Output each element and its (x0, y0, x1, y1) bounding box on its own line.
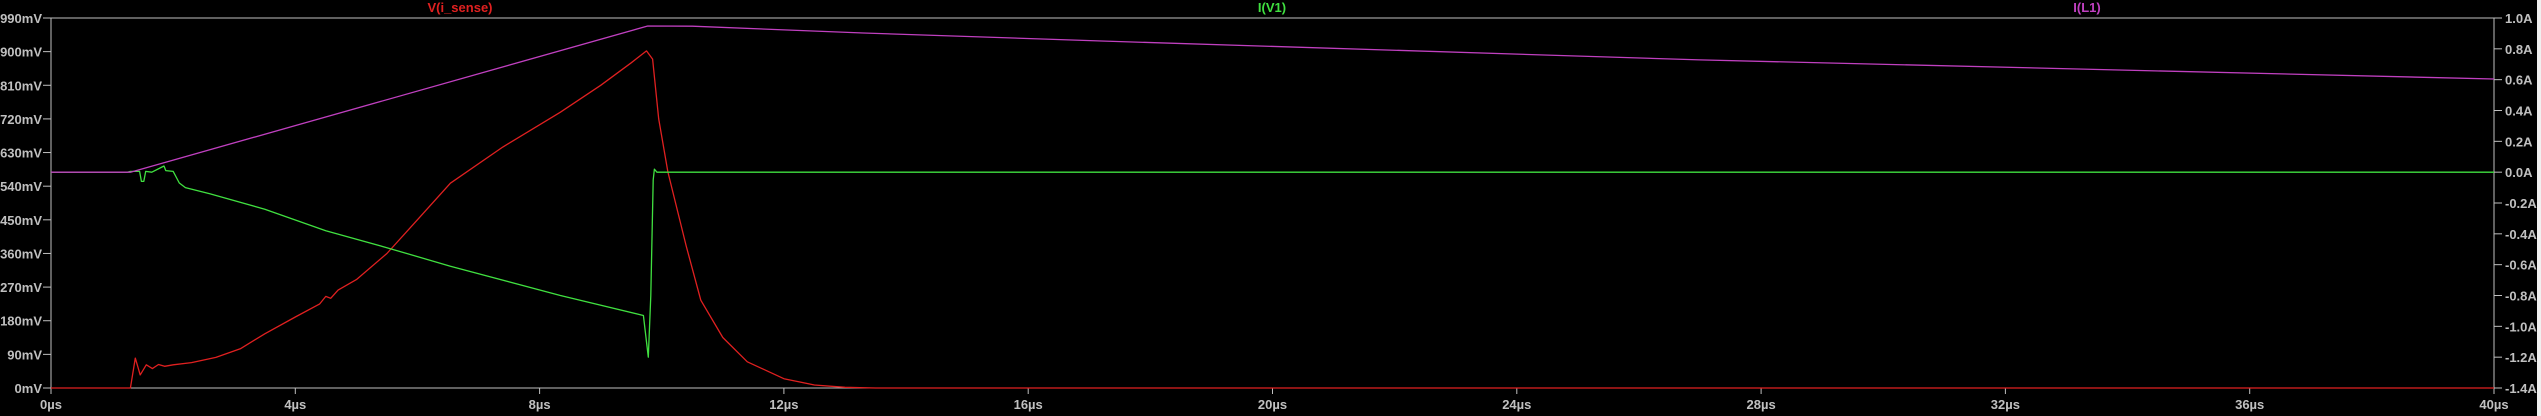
legend-i-v1[interactable]: I(V1) (1258, 0, 1286, 15)
window-edge (2537, 0, 2541, 416)
right-tick-label: -0.2A (2505, 196, 2537, 211)
waveform-viewer[interactable]: V(i_sense) I(V1) I(L1) 0µs 4µs 8µs 12µs 16µs… (0, 0, 2541, 416)
x-tick-label: 8µs (529, 397, 551, 412)
x-tick-label: 16µs (1014, 397, 1043, 412)
right-tick-label: -1.2A (2505, 350, 2537, 365)
left-tick-label: 540mV (0, 179, 42, 194)
x-tick-label: 40µs (2479, 397, 2508, 412)
x-tick-label: 4µs (284, 397, 306, 412)
right-tick-label: 0.0A (2505, 165, 2533, 180)
trace-v-i-sense[interactable] (51, 50, 2494, 389)
right-tick-label: -0.6A (2505, 258, 2537, 273)
left-tick-label: 810mV (0, 78, 42, 93)
plot-frame (50, 17, 2495, 389)
left-tick-label: 270mV (0, 280, 42, 295)
x-tick-label: 24µs (1502, 397, 1531, 412)
left-tick-label: 90mV (7, 347, 42, 362)
x-tick-label: 28µs (1747, 397, 1776, 412)
x-tick-label: 36µs (2235, 397, 2264, 412)
x-tick-label: 32µs (1991, 397, 2020, 412)
right-tick-label: 1.0A (2505, 11, 2533, 26)
left-tick-label: 360mV (0, 246, 42, 261)
x-tick-label: 0µs (40, 397, 62, 412)
legend-v-isense[interactable]: V(i_sense) (427, 0, 492, 15)
left-tick-label: 630mV (0, 146, 42, 161)
left-tick-label: 180mV (0, 314, 42, 329)
left-tick-label: 0mV (15, 381, 43, 396)
trace-i-l1[interactable] (51, 25, 2495, 173)
right-tick-label: 0.2A (2505, 134, 2533, 149)
left-tick-label: 720mV (0, 112, 42, 127)
left-tick-label: 450mV (0, 213, 42, 228)
right-tick-label: -0.4A (2505, 227, 2537, 242)
x-tick-label: 20µs (1258, 397, 1287, 412)
left-tick-label: 990mV (0, 11, 42, 26)
right-tick-label: -1.4A (2505, 381, 2537, 396)
right-tick-label: 0.6A (2505, 73, 2533, 88)
trace-i-v1[interactable] (51, 165, 2494, 358)
x-tick-label: 12µs (769, 397, 798, 412)
right-tick-label: -0.8A (2505, 289, 2537, 304)
legend-i-l1[interactable]: I(L1) (2073, 0, 2100, 15)
plot-area[interactable]: V(i_sense) I(V1) I(L1) 0µs 4µs 8µs 12µs 16µs… (0, 0, 2541, 416)
left-tick-label: 900mV (0, 45, 42, 60)
right-tick-label: 0.8A (2505, 42, 2533, 57)
right-tick-label: 0.4A (2505, 104, 2533, 119)
right-tick-label: -1.0A (2505, 319, 2537, 334)
